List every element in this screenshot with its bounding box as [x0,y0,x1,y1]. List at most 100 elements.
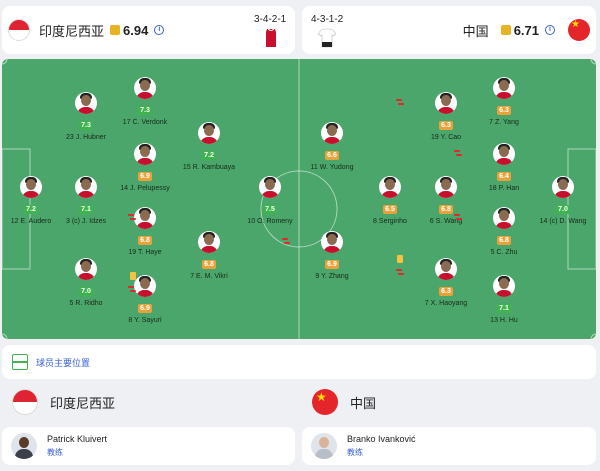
player-home[interactable]: 6.9 8 Y. Sayuri [105,272,185,324]
coach-avatar [11,433,37,459]
player-name: 9 Y. Zhang [315,273,349,280]
home-kit-icon [266,28,276,47]
player-name: 23 J. Hubner [65,134,107,141]
substitution-icon [128,213,137,222]
player-rating: 7.1 [497,304,511,313]
player-rating: 6.3 [439,121,453,130]
player-photo [435,92,457,114]
away-coach-card[interactable]: Branko Ivanković 教练 [302,427,596,465]
player-photo [20,176,42,198]
player-away[interactable]: 6.9 9 Y. Zhang [282,231,372,280]
player-photo [321,231,343,253]
player-photo [493,207,515,229]
rating-chip-icon [500,25,511,35]
away-team-rating: 6.71 [513,22,539,38]
player-home[interactable]: 7.3 17 C. Verdonk [105,77,185,126]
home-team-label: 印度尼西亚 [12,389,115,415]
player-photo [379,176,401,198]
player-positions-row[interactable]: 球员主要位置 [2,345,596,379]
home-team-name: 印度尼西亚 [39,23,105,39]
player-away[interactable]: 6.8 5 C. Zhu [454,207,544,256]
player-photo [493,77,515,99]
player-positions-link[interactable]: 球员主要位置 [36,356,90,369]
player-name: 13 H. Hu [490,317,518,324]
player-name: 10 O. Romeny [247,218,293,225]
coach-role: 教练 [47,448,63,457]
player-photo [75,176,97,198]
player-name: 19 Y. Cao [430,134,462,141]
player-rating: 7.1 [79,205,93,214]
player-rating: 6.5 [383,205,397,214]
player-rating: 7.3 [79,121,93,130]
player-rating: 7.3 [138,106,152,115]
home-team-label-text: 印度尼西亚 [50,395,116,411]
player-rating: 6.8 [202,260,216,269]
info-icon[interactable]: i [545,25,555,35]
player-away[interactable]: 6.6 11 W. Yudong [292,122,372,171]
player-photo [134,207,156,229]
home-coach-card[interactable]: Patrick Kluivert 教练 [2,427,295,465]
player-rating: 6.4 [497,172,511,181]
pitch: 7.3 23 J. Hubner 7.3 17 C. Verdonk 7.2 1… [2,59,596,339]
player-rating: 6.8 [138,236,152,245]
player-photo [75,258,97,280]
player-photo [134,77,156,99]
yellow-card-icon [397,255,403,263]
indonesia-flag-icon [12,389,38,415]
player-photo [435,176,457,198]
substitution-icon [396,98,405,107]
player-rating: 6.3 [497,106,511,115]
player-away[interactable]: 6.3 19 Y. Cao [396,92,486,141]
away-team-label: ★ 中国 [312,389,376,415]
player-name: 8 Y. Sayuri [128,317,162,324]
player-photo [75,92,97,114]
china-flag-icon: ★ [568,19,590,41]
pitch-icon [12,354,28,370]
substitution-icon [396,268,405,277]
player-photo [493,143,515,165]
player-photo [552,176,574,198]
player-rating: 6.8 [497,236,511,245]
player-rating: 6.9 [138,172,152,181]
player-away[interactable]: 7.1 13 H. Hu [464,275,544,324]
player-home[interactable]: 6.8 7 E. M. Vikri [169,231,249,280]
away-team-name: 中国 [462,23,489,39]
away-kit-icon [317,28,337,48]
yellow-card-icon [130,272,136,280]
info-icon[interactable]: i [154,25,165,35]
coach-name: Patrick Kluivert [47,434,108,444]
coach-role: 教练 [347,448,363,457]
player-photo [435,258,457,280]
player-photo [198,122,220,144]
substitution-icon [454,149,463,158]
player-photo [198,231,220,253]
player-photo [134,143,156,165]
player-photo [321,122,343,144]
china-flag-icon: ★ [312,389,338,415]
player-home[interactable]: 7.5 10 O. Romeny [230,176,310,225]
player-name: 11 W. Yudong [310,164,354,171]
indonesia-flag-icon [8,19,30,41]
away-team-header[interactable]: 4-3-1-2 中国 6.71 i ★ [302,6,596,54]
player-rating: 6.3 [439,287,453,296]
substitution-icon [128,285,137,294]
player-photo [134,275,156,297]
player-rating: 7.2 [202,151,216,160]
home-team-header[interactable]: 印度尼西亚 6.94 i 3-4-2-1 [2,6,295,54]
coach-avatar [311,433,337,459]
away-team-label-text: 中国 [350,395,377,411]
coach-name: Branko Ivanković [347,434,416,444]
home-team-rating: 6.94 [123,22,149,38]
player-name: 5 C. Zhu [490,249,518,256]
player-rating: 6.6 [325,151,339,160]
substitution-icon [282,237,291,246]
player-rating: 6.8 [439,205,453,214]
player-rating: 7.5 [263,205,277,214]
player-rating: 7.2 [24,205,38,214]
player-rating: 6.9 [325,260,339,269]
player-rating: 7.0 [79,287,93,296]
player-rating: 6.9 [138,304,152,313]
rating-chip-icon [110,25,121,35]
home-formation: 3-4-2-1 [254,14,287,25]
player-photo [493,275,515,297]
